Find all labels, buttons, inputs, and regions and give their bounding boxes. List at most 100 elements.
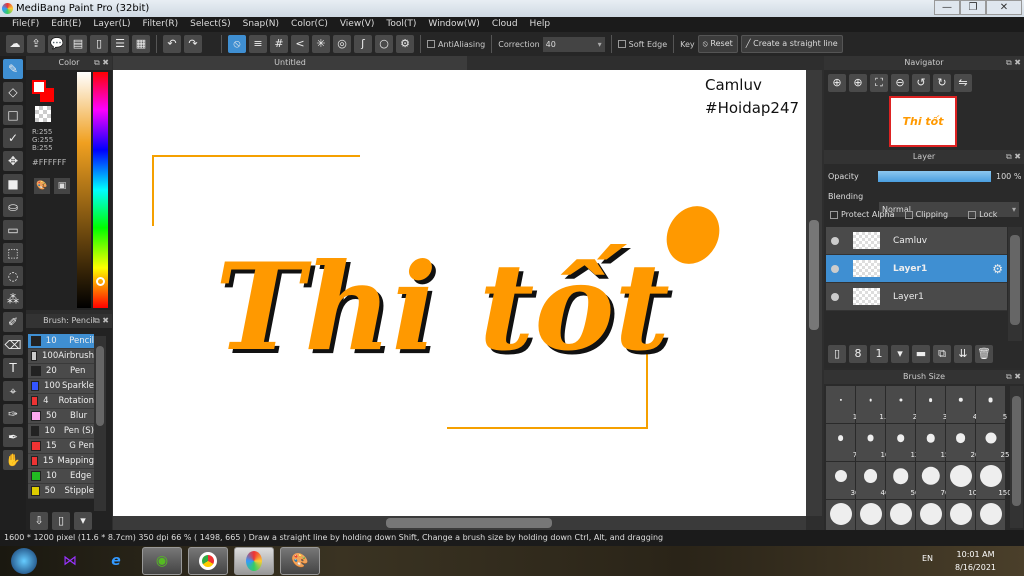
brush-size-cell[interactable]: 50 [886,462,919,499]
clock[interactable]: 10:01 AM 8/16/2021 [955,548,996,574]
brush-list-scrollbar[interactable] [94,336,106,511]
brush-size-cell[interactable]: 12 [886,424,919,461]
curve-snap-icon[interactable]: ʃ [354,35,372,53]
fit-icon[interactable]: ⛶ [870,74,888,92]
brightness-slider[interactable] [77,72,91,308]
add-brush-menu-icon[interactable]: ▾ [74,512,92,530]
layer-item[interactable]: Layer1 [826,283,1007,311]
eyedropper-icon[interactable]: ✒ [3,427,23,447]
zoom-in-icon[interactable]: ⊕ [828,74,846,92]
brush-size-cell[interactable]: 1.5 [856,386,891,423]
visibility-toggle[interactable] [831,292,839,301]
close-button[interactable]: ✕ [986,0,1022,15]
document-icon[interactable]: ▯ [90,35,108,53]
menu-file[interactable]: File(F) [6,17,45,32]
undo-icon[interactable]: ↶ [163,35,181,53]
brush-item[interactable]: 20 Pen [28,364,94,379]
brush-size-cell[interactable]: 20 [946,424,979,461]
panel-close-icon[interactable]: ⧉ ✖ [94,314,109,328]
panel-close-icon[interactable]: ⧉ ✖ [94,56,109,70]
start-button[interactable] [4,547,44,575]
brush-item[interactable]: 100 Airbrush [28,349,94,364]
lasso-tool-icon[interactable]: ◌ [3,266,23,286]
delete-layer-icon[interactable]: 🗑 [975,345,993,363]
antialiasing-checkbox[interactable]: AntiAliasing [427,40,485,49]
panel-close-icon[interactable]: ⧉ ✖ [1006,370,1021,384]
perspective-snap-icon[interactable]: < [291,35,309,53]
brush-item[interactable]: 50 Blur [28,409,94,424]
color-history-icon[interactable]: ▣ [54,178,70,194]
brush-item[interactable]: 10 Pencil [28,334,94,349]
menu-help[interactable]: Help [524,17,557,32]
move-tool-icon[interactable]: ✥ [3,151,23,171]
parallel-snap-icon[interactable]: ≡ [249,35,267,53]
zoom-out-icon[interactable]: ⊖ [891,74,909,92]
new-brush-icon[interactable]: ▯ [52,512,70,530]
brush-size-cell[interactable]: 15 [916,424,949,461]
list-icon[interactable]: ☰ [111,35,129,53]
drawing-canvas[interactable]: Thi tốt Thi tốt Camluv #Hoidap247 [113,70,806,516]
palette-icon[interactable]: 🎨 [34,178,50,194]
rotate-right-icon[interactable]: ↻ [933,74,951,92]
operation-tool-icon[interactable]: ⌖ [3,381,23,401]
circle-snap-icon[interactable]: ○ [375,35,393,53]
transparent-color-swatch[interactable] [35,106,51,122]
brush-item[interactable]: 4 Rotation [28,394,94,409]
menu-filter[interactable]: Filter(R) [137,17,185,32]
radial-snap-icon[interactable]: ✳ [312,35,330,53]
opacity-slider[interactable] [878,171,991,182]
select-eraser-icon[interactable]: ⌫ [3,335,23,355]
brush-size-cell[interactable]: 30 [826,462,859,499]
brush-size-cell[interactable]: 70 [916,462,949,499]
fill-rect-icon[interactable]: ■ [3,174,23,194]
brush-size-scrollbar[interactable] [1010,386,1023,528]
select-pen-tool-icon[interactable]: ✐ [3,312,23,332]
grid-snap-icon[interactable]: # [270,35,288,53]
hue-slider[interactable] [93,72,108,308]
soft-edge-checkbox[interactable]: Soft Edge [617,40,667,49]
magic-wand-icon[interactable]: ⁂ [3,289,23,309]
eraser-tool-icon[interactable]: ◇ [3,82,23,102]
concentric-snap-icon[interactable]: ◎ [333,35,351,53]
new-1bit-layer-icon[interactable]: 1 [870,345,888,363]
visibility-toggle[interactable] [831,264,839,273]
medibang-icon[interactable] [234,547,274,575]
brush-tool-icon[interactable]: ✎ [3,59,23,79]
share-icon[interactable]: ⇪ [27,35,45,53]
internet-explorer-icon[interactable]: e [96,547,136,575]
panel-close-icon[interactable]: ⧉ ✖ [1006,56,1021,70]
chrome-icon[interactable] [188,547,228,575]
brush-size-cell[interactable]: 150 [976,462,1012,499]
brush-item[interactable]: 10 Pen (S) [28,424,94,439]
menu-snap[interactable]: Snap(N) [237,17,285,32]
brush-size-cell[interactable]: 2 [886,386,917,423]
cloud-brush-icon[interactable]: ⇩ [30,512,48,530]
layer-scrollbar[interactable] [1008,227,1022,341]
comment-icon[interactable]: 💬 [48,35,66,53]
menu-cloud[interactable]: Cloud [486,17,524,32]
brush-size-cell[interactable]: 3 [916,386,947,423]
select-pen-icon[interactable]: ✓ [3,128,23,148]
layer-settings-icon[interactable]: ⚙ [992,262,1003,276]
reset-button[interactable]: ⦸ Reset [697,35,738,53]
brush-item[interactable]: 100 Sparkle [28,379,94,394]
coccoc-icon[interactable]: ◉ [142,547,182,575]
clipping-checkbox[interactable]: Clipping [904,210,948,219]
hand-tool-icon[interactable]: ✋ [3,450,23,470]
redo-icon[interactable]: ↷ [184,35,202,53]
visual-studio-icon[interactable]: ⋈ [50,547,90,575]
divide-tool-icon[interactable]: ✑ [3,404,23,424]
message-icon[interactable]: ▤ [69,35,87,53]
rotate-left-icon[interactable]: ↺ [912,74,930,92]
straight-line-button[interactable]: ╱ Create a straight line [740,35,843,53]
menu-tool[interactable]: Tool(T) [380,17,422,32]
brush-size-cell[interactable]: 1 [826,386,857,423]
hue-handle[interactable] [96,277,105,286]
marquee-tool-icon[interactable]: ⬚ [3,243,23,263]
restore-button[interactable]: ❐ [960,0,986,15]
visibility-toggle[interactable] [831,236,839,245]
brush-size-cell[interactable]: 100 [946,462,982,499]
lock-checkbox[interactable]: Lock [968,210,997,219]
brush-size-cell[interactable]: 40 [856,462,889,499]
brush-item[interactable]: 10 Edge [28,469,94,484]
